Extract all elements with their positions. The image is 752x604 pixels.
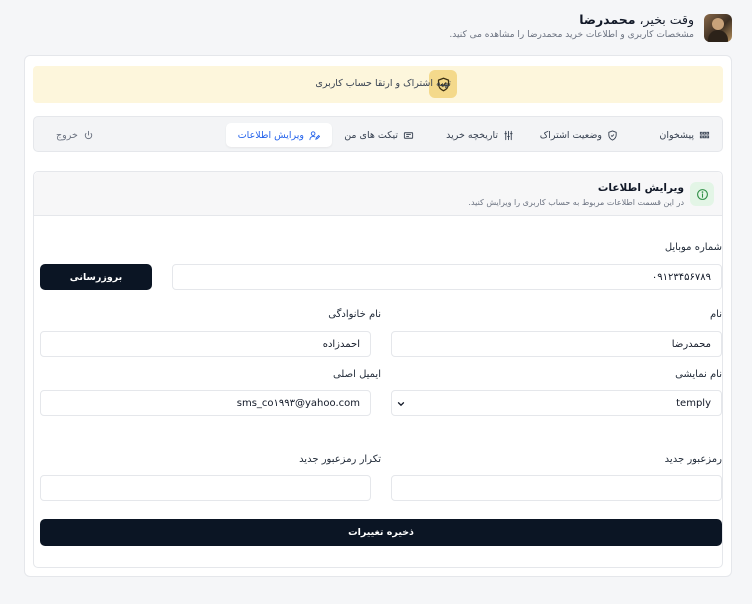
- greeting-subtitle: مشخصات کاربری و اطلاعات خرید محمدرضا را …: [449, 30, 694, 40]
- tab-label: وضعیت اشتراک: [539, 129, 602, 141]
- account-tabs: پیشخوان وضعیت اشتراک تاریخچه خرید تیکت ه…: [33, 116, 723, 152]
- first-name-field[interactable]: محمدرضا: [391, 331, 722, 357]
- tab-subscription-status[interactable]: وضعیت اشتراک: [528, 123, 630, 147]
- tab-label: تیکت های من: [344, 129, 398, 141]
- shield-icon: [608, 129, 617, 141]
- new-password-field[interactable]: [391, 475, 722, 501]
- tab-label: پیشخوان: [659, 129, 694, 141]
- mobile-field[interactable]: ۰۹۱۲۳۴۵۶۷۸۹: [172, 264, 722, 290]
- tab-purchase-history[interactable]: تاریخچه خرید: [434, 123, 526, 147]
- dashboard-icon: [699, 131, 710, 138]
- tab-label: تاریخچه خرید: [446, 129, 498, 141]
- save-changes-button[interactable]: ذخیره تغییرات: [40, 519, 722, 546]
- power-icon: [84, 130, 92, 139]
- tab-logout[interactable]: خروج: [44, 123, 106, 147]
- ticket-icon: [403, 131, 414, 139]
- upgrade-notice-text: تهیه اشتراک و ارتقا حساب کاربری: [315, 78, 451, 89]
- tab-dashboard[interactable]: پیشخوان: [647, 123, 722, 147]
- edit-profile-panel: ویرایش اطلاعات در این قسمت اطلاعات مربوط…: [33, 171, 723, 568]
- email-label: ایمیل اصلی: [332, 369, 381, 380]
- tab-my-tickets[interactable]: تیکت های من: [332, 123, 426, 147]
- tab-label: ویرایش اطلاعات: [237, 129, 304, 141]
- chevron-down-icon: [397, 402, 405, 407]
- avatar[interactable]: [704, 14, 732, 42]
- display-name-label: نام نمایشی: [675, 369, 722, 380]
- page-header: وقت بخیر، محمدرضا مشخصات کاربری و اطلاعا…: [20, 12, 732, 46]
- tab-edit-profile[interactable]: ویرایش اطلاعات: [225, 123, 332, 147]
- user-edit-icon: [309, 130, 320, 140]
- last-name-label: نام خانوادگی: [328, 309, 381, 320]
- greeting-prefix: وقت بخیر،: [635, 12, 694, 27]
- panel-subtitle: در این قسمت اطلاعات مربوط به حساب کاربری…: [468, 198, 684, 207]
- mobile-label: شماره موبایل: [664, 242, 722, 253]
- last-name-field[interactable]: احمدزاده: [40, 331, 371, 357]
- greeting: وقت بخیر، محمدرضا: [579, 12, 694, 27]
- panel-header: ویرایش اطلاعات در این قسمت اطلاعات مربوط…: [34, 172, 722, 216]
- confirm-password-field[interactable]: [40, 475, 371, 501]
- email-field[interactable]: sms_co۱۹۹۳@yahoo.com: [40, 390, 371, 416]
- upgrade-notice[interactable]: تهیه اشتراک و ارتقا حساب کاربری: [33, 66, 723, 103]
- account-card: تهیه اشتراک و ارتقا حساب کاربری پیشخوان …: [24, 55, 732, 577]
- confirm-password-label: تکرار رمزعبور جدید: [299, 454, 381, 465]
- info-icon: [690, 182, 714, 206]
- display-name-value: temply: [676, 397, 711, 409]
- update-mobile-button[interactable]: بروزرسانی: [40, 264, 152, 290]
- tab-label: خروج: [56, 129, 78, 141]
- panel-title: ویرایش اطلاعات: [597, 182, 684, 194]
- first-name-label: نام: [709, 309, 722, 320]
- history-icon: [504, 130, 513, 140]
- user-name: محمدرضا: [579, 12, 636, 27]
- new-password-label: رمزعبور جدید: [664, 454, 722, 465]
- display-name-select[interactable]: temply: [391, 390, 722, 416]
